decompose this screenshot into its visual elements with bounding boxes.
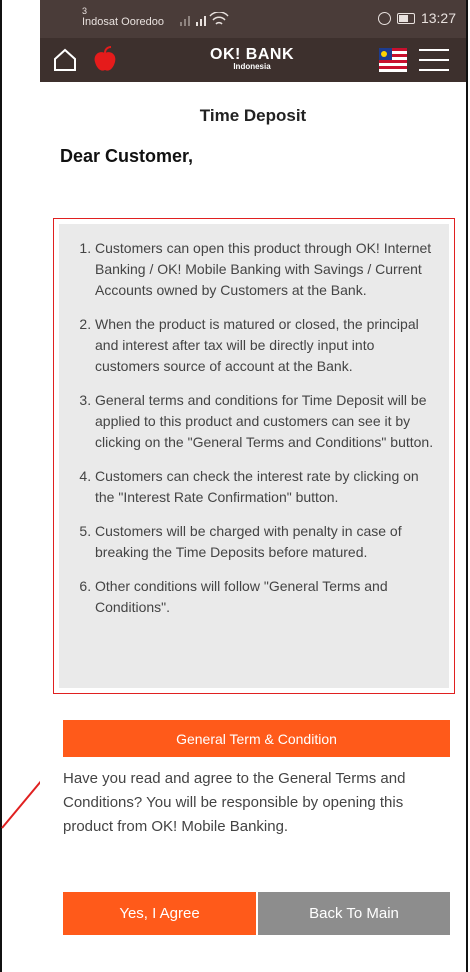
status-time: 13:27 — [420, 10, 456, 26]
bank-logo: OK! BANK Indonesia — [207, 46, 297, 71]
terms-panel: Customers can open this product through … — [59, 224, 449, 688]
general-terms-button[interactable]: General Term & Condition — [63, 720, 450, 757]
phone-screen: 3 Indosat Ooredoo 13:27 OK! BANK Indones… — [40, 0, 466, 972]
language-flag-icon[interactable] — [379, 48, 407, 72]
hamburger-menu-icon[interactable] — [419, 49, 449, 71]
alarm-icon — [377, 11, 391, 25]
page-title: Time Deposit — [199, 106, 307, 125]
status-bar: 3 Indosat Ooredoo 13:27 — [40, 0, 466, 38]
agreement-question: Have you read and agree to the General T… — [63, 770, 406, 835]
apple-logo-icon[interactable] — [90, 45, 120, 75]
signal-icon — [180, 11, 232, 29]
term-item: Customers can check the interest rate by… — [95, 466, 435, 508]
back-to-main-button[interactable]: Back To Main — [258, 892, 450, 935]
term-item: Other conditions will follow "General Te… — [95, 576, 435, 618]
home-icon[interactable] — [52, 47, 78, 73]
frame-border-right — [466, 0, 468, 972]
carrier-name: Indosat Ooredoo — [82, 16, 164, 28]
term-item: When the product is matured or closed, t… — [95, 314, 435, 377]
status-right: 13:27 — [377, 10, 456, 26]
battery-icon — [396, 12, 415, 24]
terms-list: Customers can open this product through … — [75, 238, 435, 618]
term-item: General terms and conditions for Time De… — [95, 390, 435, 453]
frame-border-left — [0, 0, 2, 972]
carrier-info: 3 Indosat Ooredoo — [82, 6, 164, 28]
term-item: Customers can open this product through … — [95, 238, 435, 301]
terms-highlight-box: Customers can open this product through … — [53, 218, 455, 694]
agree-button[interactable]: Yes, I Agree — [63, 892, 256, 935]
term-item: Customers will be charged with penalty i… — [95, 521, 435, 563]
greeting: Dear Customer, — [60, 146, 194, 166]
top-navbar: OK! BANK Indonesia — [40, 38, 466, 82]
